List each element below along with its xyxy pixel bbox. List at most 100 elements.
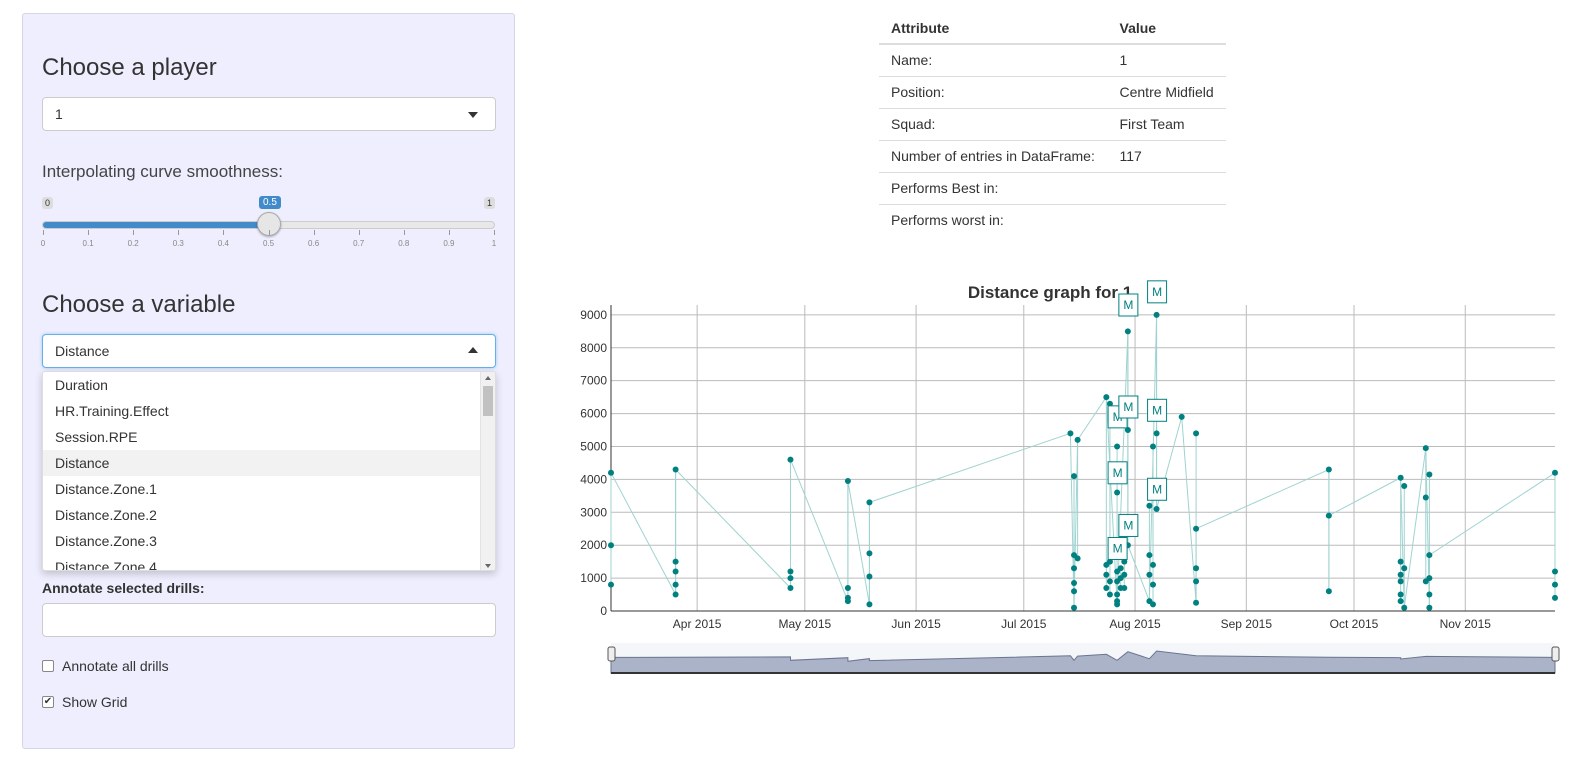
data-point [1397,558,1404,565]
player-select[interactable]: 1 [42,97,496,131]
annotation-label: M [1113,541,1123,555]
data-point [1426,591,1433,598]
slider-fill [43,222,269,228]
x-tick-label: May 2015 [778,617,831,631]
variable-title: Choose a variable [42,291,236,318]
data-point [1074,555,1081,562]
data-point [1193,430,1200,437]
y-tick-label: 6000 [580,407,607,421]
data-point [1124,328,1131,335]
slider-tick-label: 0.4 [217,239,229,248]
data-point [1121,571,1128,578]
data-point [672,558,679,565]
data-point [787,575,794,582]
annotation-label: M [1123,298,1133,312]
variable-option[interactable]: Distance [43,450,480,476]
data-point [1193,525,1200,532]
slider-value-label: 0.5 [259,196,281,209]
variable-option[interactable]: HR.Training.Effect [43,398,480,424]
data-point [1397,591,1404,598]
data-point [1193,578,1200,585]
data-point [1103,394,1110,401]
data-point [866,573,873,580]
attribute-cell: Performs worst in: [879,203,1108,236]
data-point [844,584,851,591]
data-point [1153,311,1160,318]
show-grid-checkbox[interactable]: ✔ [42,696,54,708]
data-point [1071,604,1078,611]
data-point [787,456,794,463]
variable-option[interactable]: Duration [43,372,480,398]
data-point [1325,466,1332,473]
variable-option[interactable]: Distance.Zone.2 [43,502,480,528]
variable-option[interactable]: Distance.Zone.1 [43,476,480,502]
variable-select[interactable]: Distance [42,334,496,368]
variable-option[interactable]: Session.RPE [43,424,480,450]
scroll-down-icon[interactable] [485,564,491,568]
attribute-table: Attribute Value Name: 1 Position: Centre Mi… [879,13,1226,236]
slider-min-label: 0 [42,197,54,209]
data-point [672,591,679,598]
slider-tick [43,230,44,235]
data-point [1426,552,1433,559]
annotate-input[interactable] [42,603,496,637]
chevron-up-icon [468,347,478,353]
data-point [1071,588,1078,595]
y-tick-label: 4000 [580,472,607,486]
table-row: Position: Centre Midfield [879,75,1226,108]
slider-tick [88,230,90,235]
range-handle-left[interactable] [607,646,616,662]
data-point [1074,436,1081,443]
data-point [1397,474,1404,481]
slider-tick-label: 0.3 [172,239,184,248]
scroll-up-icon[interactable] [485,376,491,380]
value-cell: First Team [1107,107,1226,140]
data-point [1401,565,1408,572]
slider-tick [268,230,270,235]
variable-options-list: Duration HR.Training.Effect Session.RPE Dis… [43,372,495,570]
slider-tick [313,230,315,235]
table-row: Number of entries in DataFrame: 117 [879,139,1226,172]
value-cell: 117 [1107,139,1226,172]
y-tick-label: 2000 [580,538,607,552]
slider-tick-label: 0.1 [82,239,94,248]
slider-label: Interpolating curve smoothness: [42,162,283,181]
table-row: Performs Best in: [879,171,1226,204]
annotate-all-checkbox[interactable] [42,660,54,672]
slider-tick [494,230,495,235]
data-point [1426,471,1433,478]
data-point [1117,565,1124,572]
value-header: Value [1107,13,1226,45]
variable-option[interactable]: Distance.Zone.4 [43,554,480,570]
variable-option[interactable]: Distance.Zone.3 [43,528,480,554]
scrollbar-thumb[interactable] [483,386,493,416]
show-grid-row[interactable]: ✔ Show Grid [42,694,127,710]
data-point [672,581,679,588]
x-tick-label: Aug 2015 [1109,617,1161,631]
data-point [1149,443,1156,450]
annotation-label: M [1152,482,1162,496]
data-point [672,466,679,473]
slider-tick-label: 0.2 [127,239,139,248]
data-point [1552,594,1558,601]
y-tick-label: 1000 [580,571,607,585]
range-handle-right[interactable] [1551,646,1560,662]
attribute-cell: Number of entries in DataFrame: [879,139,1108,172]
data-point [608,469,614,476]
slider-tick-label: 0.5 [262,239,275,248]
slider-max-label: 1 [484,197,496,209]
data-point [787,568,794,575]
chart-svg[interactable]: Distance graph for 1 0 1000 2000 3000 4000 500… [555,275,1577,685]
annotate-all-row[interactable]: Annotate all drills [42,658,169,674]
data-point [1325,512,1332,519]
dropdown-scrollbar[interactable] [480,372,495,570]
distance-chart: Distance graph for 1 0 1000 2000 3000 4000 500… [555,275,1577,685]
data-point [1397,598,1404,605]
data-point [1106,591,1113,598]
table-row: Performs worst in: [879,203,1226,236]
data-point [608,542,614,549]
sidebar-panel: Choose a player 1 Interpolating curve sm… [22,13,515,749]
slider-tick [133,230,135,235]
player-title: Choose a player [42,54,217,81]
annotation-label: M [1152,403,1162,417]
